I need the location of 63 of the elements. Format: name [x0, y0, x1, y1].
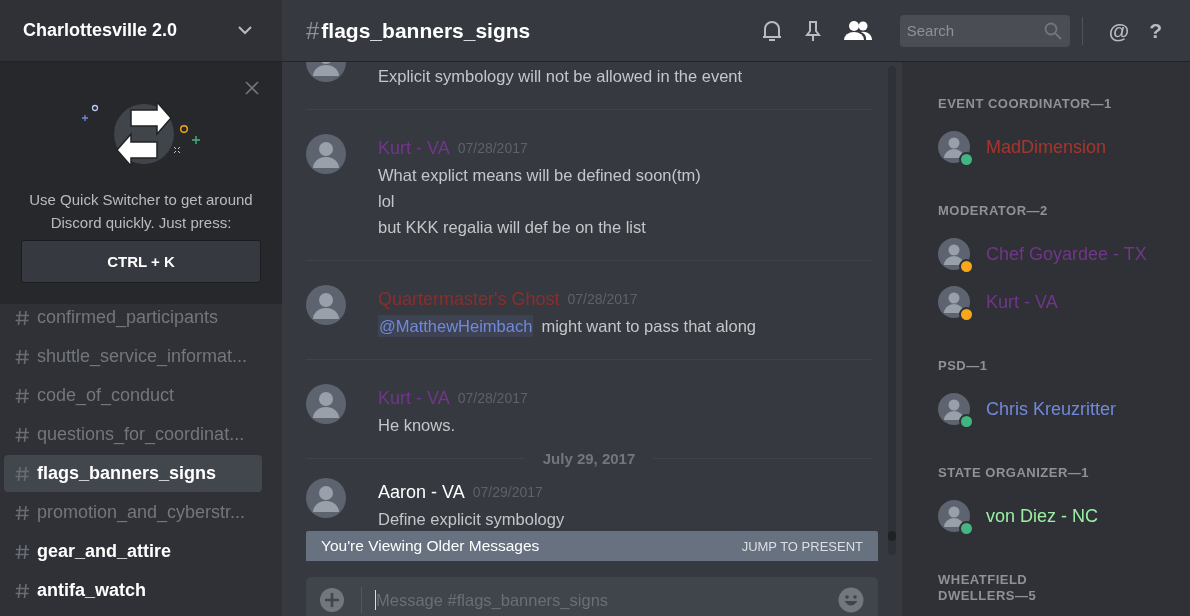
banner-text: You're Viewing Older Messages: [321, 537, 540, 555]
role-heading: EVENT COORDINATOR—1: [938, 95, 1113, 113]
hash-icon: [15, 309, 30, 326]
member-item[interactable]: MadDimension: [938, 123, 1190, 171]
avatar-icon[interactable]: [306, 134, 346, 174]
avatar-icon[interactable]: [306, 478, 346, 518]
channel-item[interactable]: confirmed_participants: [4, 299, 262, 336]
member-item[interactable]: Kurt - VA: [938, 278, 1190, 326]
role-heading: STATE ORGANIZER—1: [938, 464, 1091, 482]
avatar-icon: [938, 286, 970, 318]
hash-symbol: #: [306, 16, 320, 45]
hash-icon: [15, 426, 30, 443]
avatar-icon: [938, 238, 970, 270]
avatar-icon: [938, 500, 970, 532]
hash-icon: [15, 582, 30, 599]
search-field[interactable]: Search: [899, 14, 1070, 47]
message-text: He knows.: [378, 416, 456, 434]
search-icon: [1043, 21, 1062, 40]
channel-item[interactable]: gear_and_attire: [4, 533, 262, 570]
shortcut-button[interactable]: CTRL + K: [21, 240, 261, 283]
chevron-down-icon: [238, 26, 252, 35]
server-header[interactable]: Charlottesville 2.0: [0, 0, 282, 61]
message-text: Define explicit symbology: [378, 510, 565, 528]
member-item[interactable]: Chef Goyardee - TX: [938, 230, 1190, 278]
user-mention[interactable]: @MatthewHeimbach: [378, 315, 534, 337]
message-text: Explicit symbology will not be allowed in the event: [378, 67, 743, 85]
server-name: Charlottesville 2.0: [23, 20, 178, 41]
channel-item[interactable]: code_of_conduct: [4, 377, 262, 414]
date-divider: July 29, 2017: [541, 449, 637, 467]
message-text: but KKK regalia will def be on the list: [378, 218, 646, 236]
member-item[interactable]: Chris Kreuzritter: [938, 385, 1190, 433]
author-name[interactable]: Aaron - VA: [378, 481, 465, 503]
hash-icon: [15, 348, 30, 365]
channel-item[interactable]: promotion_and_cyberstr...: [4, 494, 262, 531]
avatar-icon: [938, 131, 970, 163]
hash-icon: [15, 465, 30, 482]
channel-item[interactable]: questions_for_coordinat...: [4, 416, 262, 453]
role-heading: PSD—1: [938, 357, 989, 375]
channel-title: flags_banners_signs: [321, 18, 531, 43]
message-text: lol: [378, 192, 395, 210]
quick-switcher-text: Use Quick Switcher to get around Discord quickly. Just press:: [28, 190, 254, 233]
pin-icon[interactable]: [804, 19, 821, 42]
channel-item[interactable]: shuttle_service_informat...: [4, 338, 262, 375]
help-icon[interactable]: ?: [1149, 18, 1162, 43]
channel-item[interactable]: antifa_watch: [4, 572, 262, 609]
bell-icon[interactable]: [761, 19, 782, 42]
avatar-icon[interactable]: [306, 384, 346, 424]
avatar-icon[interactable]: [306, 285, 346, 325]
role-heading: WHEATFIELD DWELLERS—5: [938, 571, 1038, 605]
close-icon[interactable]: [245, 81, 259, 95]
role-heading: MODERATOR—2: [938, 202, 1049, 220]
member-item[interactable]: von Diez - NC: [938, 492, 1190, 540]
hash-icon: [15, 543, 30, 560]
avatar-icon: [938, 393, 970, 425]
message-text: What explict means will be defined soon(tm): [378, 166, 701, 184]
scrollbar[interactable]: [888, 66, 896, 555]
mention-icon[interactable]: @: [1108, 18, 1130, 43]
hash-icon: [15, 504, 30, 521]
channel-item[interactable]: flags_banners_signs: [4, 455, 262, 492]
members-icon[interactable]: [843, 20, 872, 41]
hash-icon: [15, 387, 30, 404]
jump-to-present-link[interactable]: JUMP TO PRESENT: [741, 538, 863, 554]
message-text: might want to pass that along: [541, 317, 757, 335]
